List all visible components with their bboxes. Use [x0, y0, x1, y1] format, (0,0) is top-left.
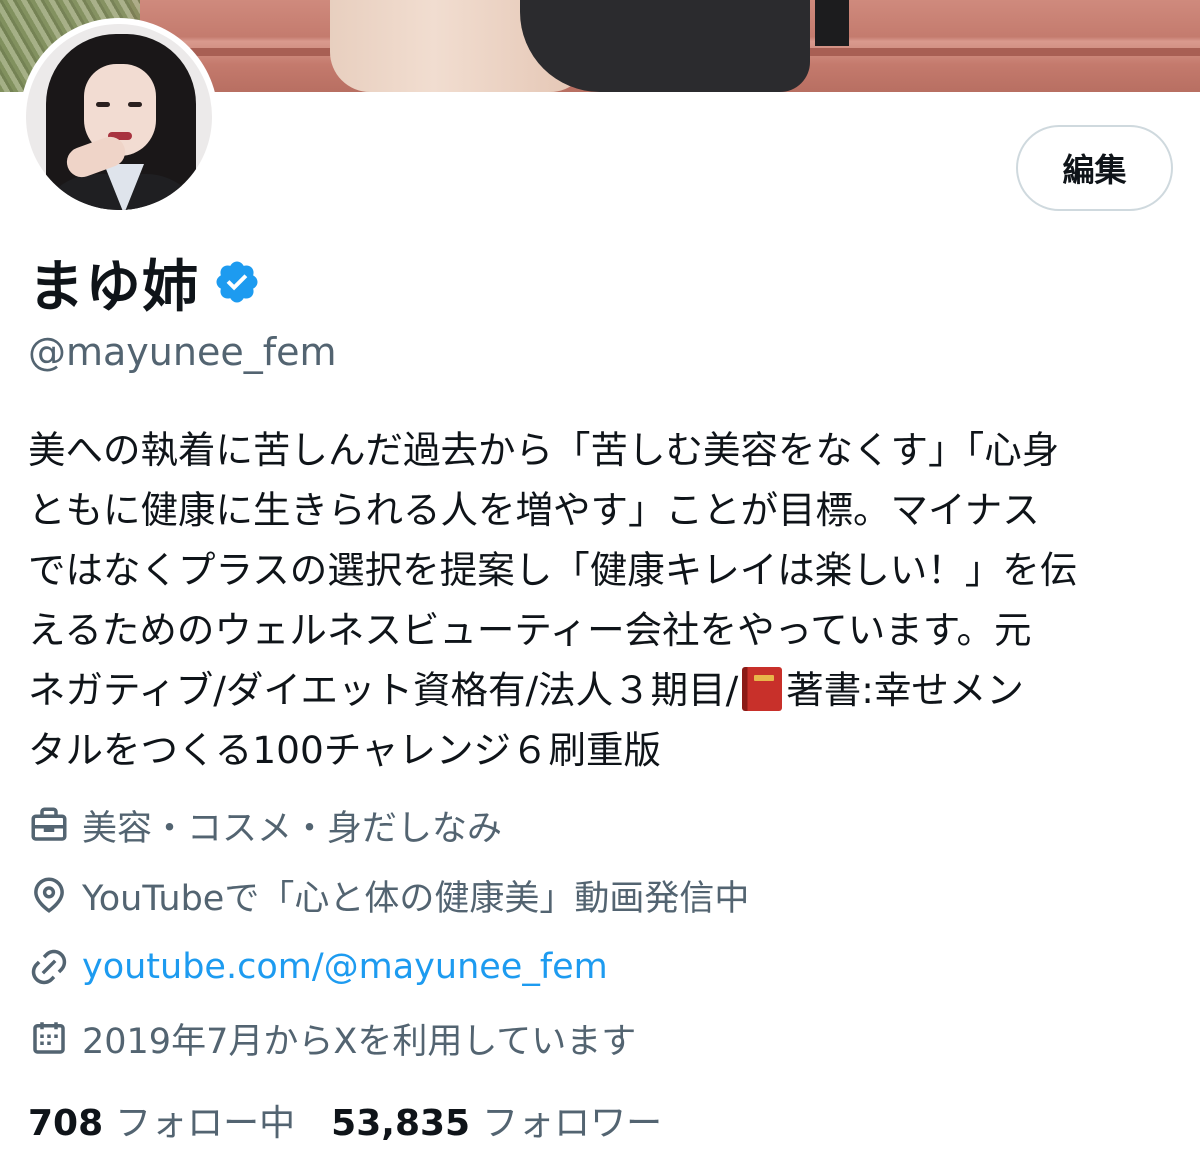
display-name: まゆ姉: [28, 254, 199, 320]
avatar-photo: [26, 24, 212, 210]
location-pin-icon: [34, 877, 64, 913]
category-text: 美容・コスメ・身だしなみ: [82, 808, 503, 849]
link-icon: [31, 949, 67, 985]
bio-line-part: ネガティブ/ダイエット資格有/法人３期目/: [28, 668, 739, 712]
followers-link[interactable]: 53,835 フォロワー: [331, 1094, 662, 1146]
avatar[interactable]: [20, 18, 218, 216]
bio-line: 美への執着に苦しんだ過去から「苦しむ美容をなくす」「心身: [28, 428, 1060, 472]
profile-location: YouTubeで「心と体の健康美」動画発信中: [28, 870, 749, 920]
verified-badge-icon[interactable]: [213, 258, 261, 306]
location-text: YouTubeで「心と体の健康美」動画発信中: [82, 878, 750, 919]
bio: 美への執着に苦しんだ過去から「苦しむ美容をなくす」「心身 ともに健康に生きられる…: [28, 420, 1178, 780]
briefcase-icon: [31, 807, 67, 841]
joined-text: 2019年7月からXを利用しています: [82, 1021, 637, 1062]
bio-line-part: 著書:幸せメン: [786, 668, 1024, 712]
followers-count: 53,835: [331, 1103, 471, 1144]
bio-line: タルをつくる100チャレンジ６刷重版: [28, 728, 661, 772]
following-link[interactable]: 708 フォロー中: [28, 1094, 295, 1146]
bio-line: ネガティブ/ダイエット資格有/法人３期目/著書:幸せメン: [28, 660, 1178, 720]
bio-line: ではなくプラスの選択を提案し「健康キレイは楽しい！」を伝: [28, 548, 1078, 592]
url-link[interactable]: youtube.com/@mayunee_fem: [82, 947, 608, 987]
profile-joined: 2019年7月からXを利用しています: [28, 1013, 636, 1063]
name-row: まゆ姉: [28, 244, 261, 320]
red-book-emoji: [742, 667, 783, 711]
following-count: 708: [28, 1103, 104, 1144]
profile-url[interactable]: youtube.com/@mayunee_fem: [28, 942, 608, 992]
profile-category: 美容・コスメ・身だしなみ: [28, 800, 502, 850]
banner-strap: [815, 0, 849, 46]
bio-line: えるためのウェルネスビューティー会社をやっています。元: [28, 608, 1032, 652]
banner-skirt: [520, 0, 810, 92]
calendar-icon: [33, 1022, 65, 1054]
followers-label: フォロワー: [482, 1103, 663, 1144]
bio-line: ともに健康に生きられる人を増やす」ことが目標。マイナス: [28, 488, 1040, 532]
following-label: フォロー中: [115, 1103, 296, 1144]
follow-stats: 708 フォロー中 53,835 フォロワー: [28, 1094, 662, 1146]
handle: @mayunee_fem: [28, 330, 337, 374]
edit-profile-button[interactable]: 編集: [1016, 125, 1173, 211]
